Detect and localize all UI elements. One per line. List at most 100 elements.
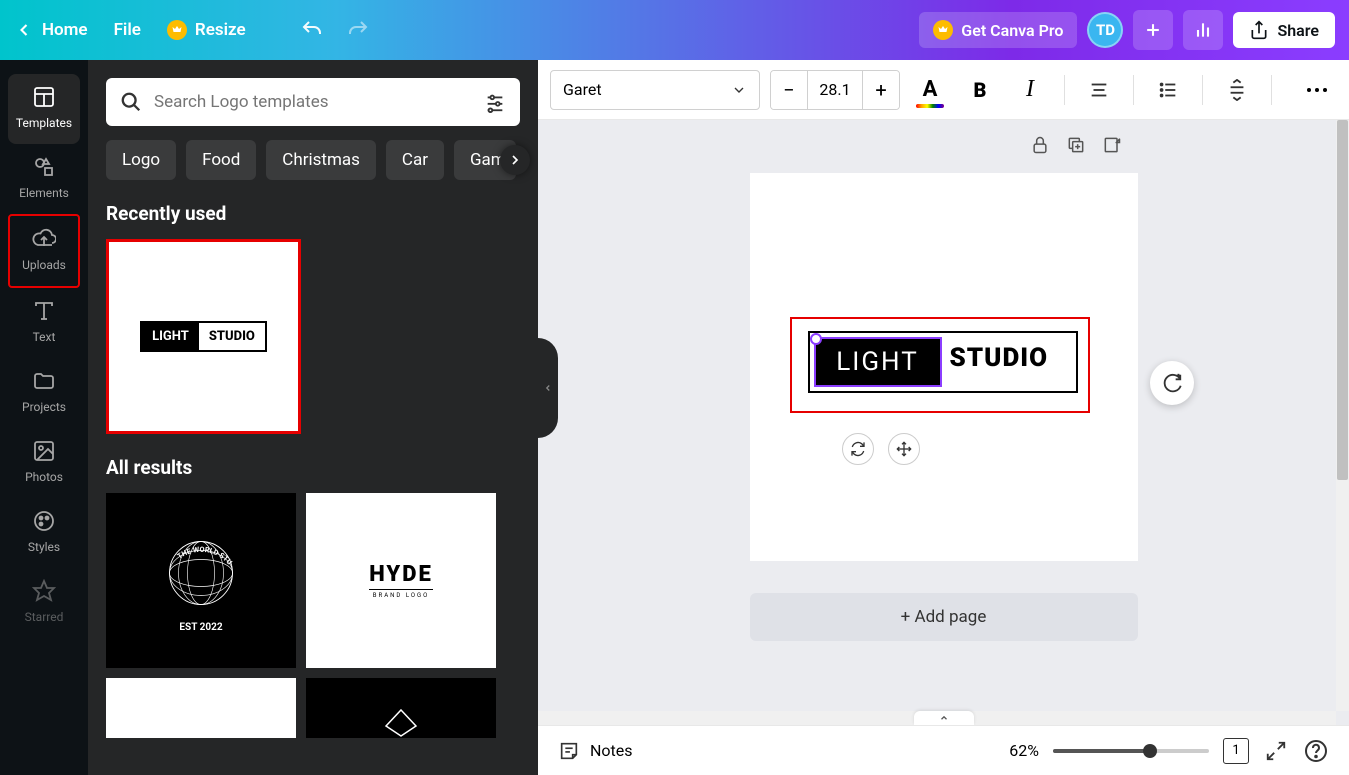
page-count-value: 1	[1232, 743, 1239, 758]
redo-button[interactable]	[346, 18, 370, 42]
add-collaborator-button[interactable]	[1133, 10, 1173, 50]
rail-photos[interactable]: Photos	[8, 428, 80, 498]
chip-food[interactable]: Food	[186, 140, 256, 180]
font-size-decrease[interactable]: −	[771, 71, 807, 109]
rail-label: Uploads	[22, 258, 66, 272]
panel-collapse-handle[interactable]	[538, 338, 558, 438]
result-template-4[interactable]	[306, 678, 496, 738]
avatar-initials: TD	[1096, 21, 1115, 39]
font-size-input[interactable]	[807, 71, 863, 109]
zoom-value[interactable]: 62%	[1009, 741, 1039, 760]
more-button[interactable]	[1297, 70, 1337, 110]
results-grid-2	[106, 678, 520, 738]
zoom-controls: 62% 1	[1009, 738, 1329, 764]
notes-button[interactable]: Notes	[558, 740, 633, 762]
get-pro-button[interactable]: Get Canva Pro	[919, 12, 1077, 48]
elements-icon	[31, 154, 57, 180]
align-button[interactable]	[1079, 70, 1119, 110]
share-button[interactable]: Share	[1233, 12, 1335, 48]
undo-button[interactable]	[300, 18, 324, 42]
font-size-group: − +	[770, 70, 900, 110]
uploads-icon	[31, 226, 57, 252]
rail-projects[interactable]: Projects	[8, 358, 80, 428]
comment-fab[interactable]	[1150, 361, 1194, 405]
chip-logo[interactable]: Logo	[106, 140, 176, 180]
chip-christmas[interactable]: Christmas	[266, 140, 376, 180]
font-name: Garet	[563, 80, 602, 99]
left-rail: Templates Elements Uploads Text Projects…	[0, 60, 88, 775]
rail-styles[interactable]: Styles	[8, 498, 80, 568]
add-page-button[interactable]: + Add page	[750, 593, 1138, 641]
text-toolbar: Garet − + A B I	[538, 60, 1349, 120]
chevron-left-icon	[543, 381, 553, 395]
recent-template-thumb[interactable]: LIGHT STUDIO	[106, 239, 301, 434]
rail-uploads[interactable]: Uploads	[8, 214, 80, 288]
canvas-area: Garet − + A B I	[538, 60, 1349, 775]
rail-label: Projects	[22, 400, 66, 414]
timeline-toggle[interactable]	[914, 711, 974, 725]
rail-templates[interactable]: Templates	[8, 74, 80, 144]
chevron-left-icon	[14, 20, 34, 40]
logo-right-text: STUDIO	[199, 323, 265, 350]
chips-scroll-right[interactable]	[500, 145, 530, 175]
home-button[interactable]: Home	[14, 20, 88, 40]
search-input[interactable]	[154, 92, 472, 112]
duplicate-page-button[interactable]	[1065, 134, 1087, 156]
result-template-2[interactable]: HYDE BRAND LOGO	[306, 493, 496, 668]
rail-text[interactable]: Text	[8, 288, 80, 358]
top-header: Home File Resize Get Canva Pro TD	[0, 0, 1349, 60]
slider-knob[interactable]	[1143, 744, 1157, 758]
zoom-slider[interactable]	[1053, 749, 1209, 753]
canvas-text-light[interactable]: LIGHT	[836, 347, 918, 377]
canvas-text-studio[interactable]: STUDIO	[950, 343, 1049, 373]
scrollbar-thumb[interactable]	[1337, 120, 1348, 480]
list-button[interactable]	[1148, 70, 1188, 110]
footer-bar: Notes 62% 1	[538, 725, 1349, 775]
spacing-button[interactable]	[1217, 70, 1257, 110]
filter-chips: Logo Food Christmas Car Gaming	[106, 140, 520, 180]
fullscreen-button[interactable]	[1263, 738, 1289, 764]
resize-button[interactable]: Resize	[167, 20, 246, 40]
sync-button[interactable]	[842, 433, 874, 465]
slider-fill	[1053, 749, 1150, 753]
rail-label: Styles	[28, 540, 60, 554]
templates-panel: Logo Food Christmas Car Gaming Recently …	[88, 60, 538, 775]
search-bar[interactable]	[106, 78, 520, 126]
templates-icon	[31, 84, 57, 110]
rail-elements[interactable]: Elements	[8, 144, 80, 214]
font-selector[interactable]: Garet	[550, 70, 760, 110]
design-page[interactable]: LIGHT STUDIO	[750, 173, 1138, 561]
starred-icon	[31, 578, 57, 604]
logo-preview: LIGHT STUDIO	[140, 321, 267, 352]
chip-car[interactable]: Car	[386, 140, 444, 180]
file-menu[interactable]: File	[114, 20, 141, 40]
filter-icon[interactable]	[484, 91, 506, 113]
diamond-icon	[381, 708, 421, 738]
italic-button[interactable]: I	[1010, 70, 1050, 110]
result-template-1[interactable]: THE WORLD STUDIOS EST 2022	[106, 493, 296, 668]
color-spectrum-icon	[916, 104, 944, 108]
page-count-button[interactable]: 1	[1223, 738, 1249, 764]
page-controls	[1029, 134, 1123, 156]
vertical-scrollbar[interactable]	[1336, 120, 1349, 711]
user-avatar[interactable]: TD	[1087, 12, 1123, 48]
rail-starred[interactable]: Starred	[8, 568, 80, 638]
bold-button[interactable]: B	[960, 70, 1000, 110]
text-color-button[interactable]: A	[910, 70, 950, 110]
workspace[interactable]: LIGHT STUDIO + Add page	[538, 120, 1349, 725]
rail-label: Templates	[16, 116, 72, 130]
result-template-3[interactable]	[106, 678, 296, 738]
undo-redo-group	[300, 18, 370, 42]
new-page-button[interactable]	[1101, 134, 1123, 156]
main-area: Templates Elements Uploads Text Projects…	[0, 60, 1349, 775]
result2-title: HYDE	[369, 562, 433, 587]
insights-button[interactable]	[1183, 10, 1223, 50]
help-button[interactable]	[1303, 738, 1329, 764]
spacing-icon	[1226, 79, 1248, 101]
move-button[interactable]	[888, 433, 920, 465]
chevron-down-icon	[731, 82, 747, 98]
rail-label: Starred	[25, 610, 64, 624]
selected-text-box[interactable]: LIGHT	[814, 337, 942, 387]
rotate-handle[interactable]	[810, 333, 822, 345]
lock-page-button[interactable]	[1029, 134, 1051, 156]
